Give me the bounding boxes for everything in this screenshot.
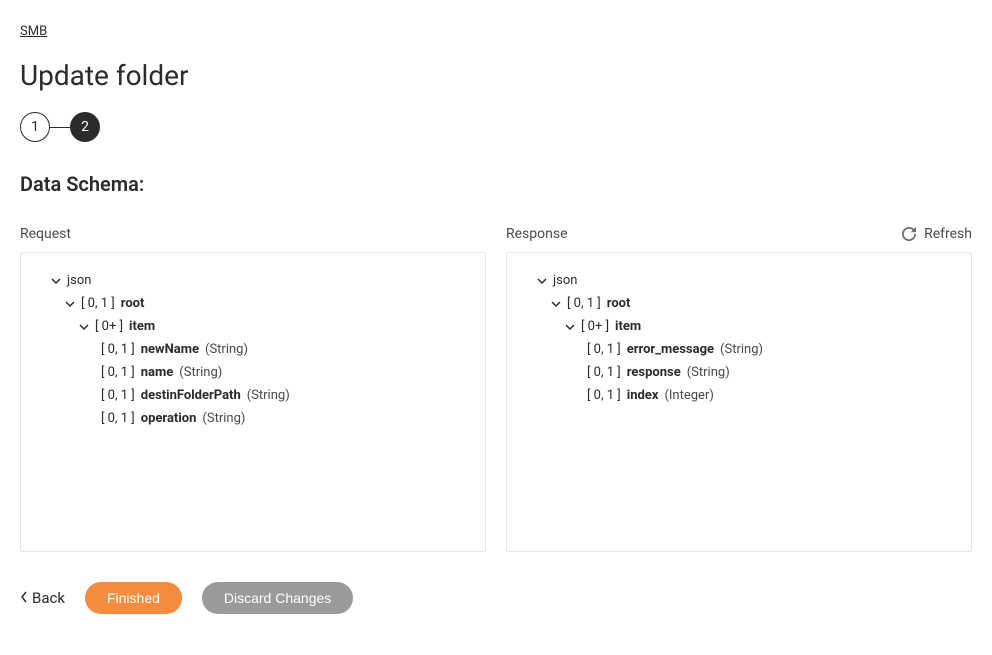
chevron-down-icon <box>551 299 561 309</box>
tree-node-field[interactable]: [ 0, 1 ] error_message (String) <box>523 338 955 361</box>
node-item-card: [ 0+ ] <box>95 319 123 334</box>
field-name: newName <box>141 342 199 357</box>
chevron-down-icon <box>65 299 75 309</box>
stepper: 1 2 <box>20 112 972 142</box>
response-label: Response <box>506 226 568 242</box>
chevron-down-icon <box>537 276 547 286</box>
field-type: (Integer) <box>664 388 713 403</box>
tree-node-root[interactable]: [ 0, 1 ] root <box>37 292 469 315</box>
discard-button[interactable]: Discard Changes <box>202 582 353 614</box>
node-root-name: root <box>607 296 631 311</box>
chevron-down-icon <box>79 322 89 332</box>
node-json-label: json <box>67 273 91 288</box>
back-label: Back <box>32 589 65 607</box>
node-json-label: json <box>553 273 577 288</box>
response-schema-box: json [ 0, 1 ] root [ 0+ ] item [ 0, 1 ] … <box>506 252 972 552</box>
tree-node-item[interactable]: [ 0+ ] item <box>37 315 469 338</box>
field-card: [ 0, 1 ] <box>101 388 135 403</box>
request-label: Request <box>20 226 71 242</box>
field-name: operation <box>141 411 197 426</box>
tree-node-field[interactable]: [ 0, 1 ] operation (String) <box>37 407 469 430</box>
tree-node-field[interactable]: [ 0, 1 ] destinFolderPath (String) <box>37 384 469 407</box>
field-card: [ 0, 1 ] <box>587 342 621 357</box>
tree-node-field[interactable]: [ 0, 1 ] newName (String) <box>37 338 469 361</box>
section-title: Data Schema: <box>20 172 972 196</box>
field-name: error_message <box>627 342 714 357</box>
field-card: [ 0, 1 ] <box>101 365 135 380</box>
refresh-button[interactable]: Refresh <box>902 226 972 242</box>
field-type: (String) <box>687 365 730 380</box>
page-title: Update folder <box>20 59 972 92</box>
field-type: (String) <box>247 388 290 403</box>
tree-node-field[interactable]: [ 0, 1 ] name (String) <box>37 361 469 384</box>
tree-node-item[interactable]: [ 0+ ] item <box>523 315 955 338</box>
field-card: [ 0, 1 ] <box>587 365 621 380</box>
refresh-icon <box>902 227 916 241</box>
field-type: (String) <box>179 365 222 380</box>
step-connector <box>50 127 70 128</box>
chevron-down-icon <box>565 322 575 332</box>
field-type: (String) <box>202 411 245 426</box>
node-item-card: [ 0+ ] <box>581 319 609 334</box>
field-type: (String) <box>205 342 248 357</box>
field-type: (String) <box>720 342 763 357</box>
field-name: response <box>627 365 681 380</box>
tree-node-root[interactable]: [ 0, 1 ] root <box>523 292 955 315</box>
breadcrumb-smb[interactable]: SMB <box>20 24 47 39</box>
chevron-down-icon <box>51 276 61 286</box>
field-card: [ 0, 1 ] <box>587 388 621 403</box>
chevron-left-icon <box>20 589 28 607</box>
node-item-name: item <box>129 319 155 334</box>
field-card: [ 0, 1 ] <box>101 411 135 426</box>
step-2[interactable]: 2 <box>70 112 100 142</box>
node-root-card: [ 0, 1 ] <box>567 296 601 311</box>
node-item-name: item <box>615 319 641 334</box>
tree-node-json[interactable]: json <box>523 269 955 292</box>
tree-node-json[interactable]: json <box>37 269 469 292</box>
node-root-card: [ 0, 1 ] <box>81 296 115 311</box>
field-name: name <box>141 365 174 380</box>
node-root-name: root <box>121 296 145 311</box>
refresh-label: Refresh <box>924 226 972 242</box>
tree-node-field[interactable]: [ 0, 1 ] response (String) <box>523 361 955 384</box>
field-name: destinFolderPath <box>141 388 241 403</box>
tree-node-field[interactable]: [ 0, 1 ] index (Integer) <box>523 384 955 407</box>
request-schema-box: json [ 0, 1 ] root [ 0+ ] item [ 0, 1 ] … <box>20 252 486 552</box>
step-1[interactable]: 1 <box>20 112 50 142</box>
field-name: index <box>627 388 659 403</box>
field-card: [ 0, 1 ] <box>101 342 135 357</box>
back-button[interactable]: Back <box>20 589 65 607</box>
finished-button[interactable]: Finished <box>85 582 182 614</box>
